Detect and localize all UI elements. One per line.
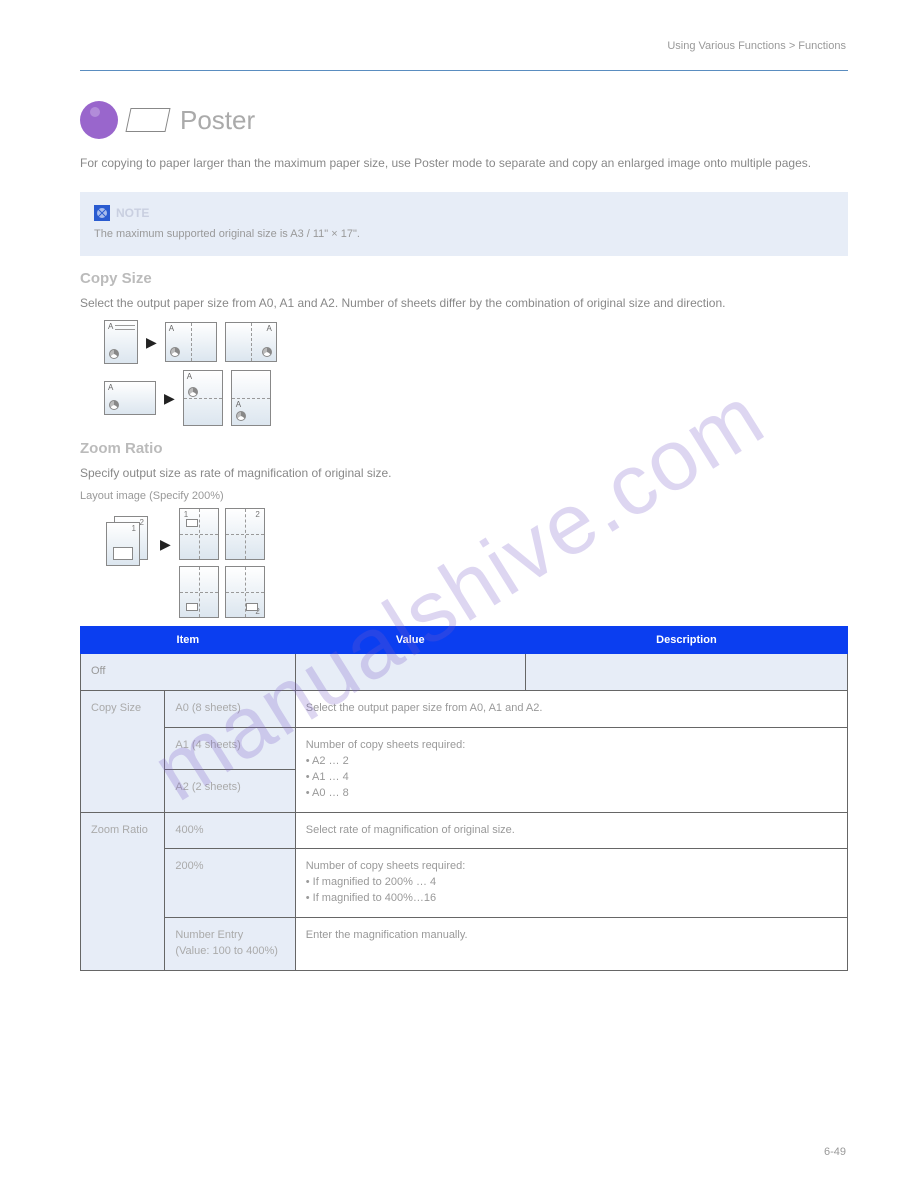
thumb-quad-4: 2	[225, 566, 265, 618]
thumb-stack-front: 1	[106, 522, 140, 566]
cell-value: A1 (4 sheets)	[165, 727, 295, 769]
th-item: Item	[81, 626, 296, 653]
table-row: A1 (4 sheets) Number of copy sheets requ…	[81, 727, 848, 769]
table-row: Zoom Ratio 400% Select rate of magnifica…	[81, 812, 848, 849]
cell-desc: Select rate of magnification of original…	[295, 812, 847, 849]
thumb-quad-3	[179, 566, 219, 618]
thumb-out-tall-right: A	[231, 370, 271, 426]
cell-value: 400%	[165, 812, 295, 849]
copysize-diagram-row-1: A ▶ A A	[104, 320, 848, 364]
thumb-quad-2: 2	[225, 508, 265, 560]
cell-desc	[525, 653, 847, 690]
cell-desc: Number of copy sheets required: • If mag…	[295, 849, 847, 918]
thumb-original-portrait: A	[104, 320, 138, 364]
th-desc: Description	[525, 626, 847, 653]
table-row: Number Entry (Value: 100 to 400%) Enter …	[81, 918, 848, 971]
section-dot-icon	[80, 101, 118, 139]
th-value: Value	[295, 626, 525, 653]
cell-value	[295, 653, 525, 690]
ratio-body: Specify output size as rate of magnifica…	[80, 465, 848, 482]
note-label: NOTE	[116, 204, 149, 222]
subhead-copysize: Copy Size	[80, 270, 848, 287]
cell-item-group: Copy Size	[81, 690, 165, 812]
table-row: Off	[81, 653, 848, 690]
arrow-icon: ▶	[164, 390, 175, 407]
options-table: Item Value Description Off Copy Size A0 …	[80, 626, 848, 971]
title-row: Poster	[80, 101, 848, 139]
note-icon	[94, 205, 110, 221]
cell-desc: Enter the magnification manually.	[295, 918, 847, 971]
cell-desc: Number of copy sheets required: • A2 … 2…	[295, 727, 847, 812]
cell-value: 200%	[165, 849, 295, 918]
thumb-original-landscape: A	[104, 381, 156, 415]
layout-caption: Layout image (Specify 200%)	[80, 490, 848, 502]
cell-item: Off	[81, 653, 296, 690]
thumb-quad-1: 1	[179, 508, 219, 560]
thumb-out-right-top: A	[225, 322, 277, 362]
cell-item-group: Zoom Ratio	[81, 812, 165, 971]
thumb-out-left-top: A	[165, 322, 217, 362]
ratio-diagram: 2 1 ▶ 1 2	[104, 508, 848, 618]
parallelogram-icon	[125, 108, 170, 132]
table-row: 200% Number of copy sheets required: • I…	[81, 849, 848, 918]
note-box: NOTE The maximum supported original size…	[80, 192, 848, 257]
lead-text: For copying to paper larger than the max…	[80, 155, 848, 172]
thumb-out-tall-left: A	[183, 370, 223, 426]
copysize-body: Select the output paper size from A0, A1…	[80, 295, 848, 312]
cell-desc: Select the output paper size from A0, A1…	[295, 690, 847, 727]
copysize-diagram-row-2: A ▶ A A	[104, 370, 848, 426]
cell-value: A2 (2 sheets)	[165, 770, 295, 812]
table-row: Copy Size A0 (8 sheets) Select the outpu…	[81, 690, 848, 727]
header-breadcrumb: Using Various Functions > Functions	[667, 40, 846, 52]
page-title: Poster	[180, 105, 255, 136]
arrow-icon: ▶	[160, 536, 171, 553]
subhead-zoomratio: Zoom Ratio	[80, 440, 848, 457]
cell-value: A0 (8 sheets)	[165, 690, 295, 727]
page-number: 6-49	[824, 1146, 846, 1158]
cell-value: Number Entry (Value: 100 to 400%)	[165, 918, 295, 971]
header-rule	[80, 70, 848, 71]
arrow-icon: ▶	[146, 334, 157, 351]
note-text: The maximum supported original size is A…	[94, 226, 834, 243]
